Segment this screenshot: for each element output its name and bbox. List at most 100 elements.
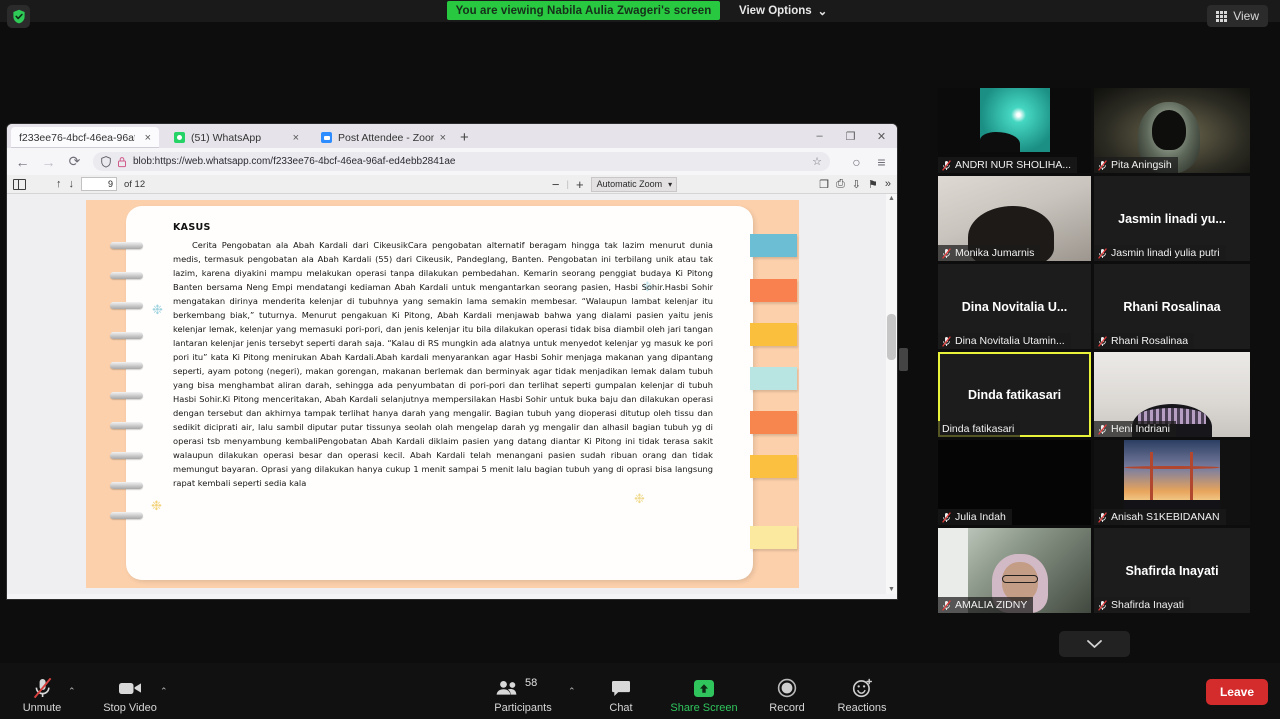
download-icon[interactable]: ⇩ <box>852 178 861 191</box>
page-down-icon[interactable]: ↓ <box>69 178 75 190</box>
record-label: Record <box>769 702 805 714</box>
reactions-button[interactable]: Reactions <box>820 677 904 714</box>
print-icon[interactable]: ⎙ <box>836 178 845 191</box>
gallery-scroll-down-button[interactable] <box>1059 631 1130 657</box>
account-icon[interactable]: ○ <box>849 154 864 170</box>
sharing-banner-text: You are viewing Nabila Aulia Zwageri's s… <box>455 4 712 17</box>
notebook-paper: ❉ ❉ ❉ ❉ KASUS Cerita Pengobatan ala Abah… <box>110 206 797 580</box>
participants-button[interactable]: 58 Participants <box>481 677 565 714</box>
participant-namebar: ANDRI NUR SHOLIHA... <box>938 157 1078 173</box>
close-window-button[interactable]: ✕ <box>866 124 897 148</box>
maximize-button[interactable]: ❐ <box>835 124 866 148</box>
participant-tile[interactable]: AMALIA ZIDNY <box>938 528 1091 613</box>
leave-button[interactable]: Leave <box>1205 679 1268 705</box>
view-layout-button[interactable]: View <box>1207 5 1268 27</box>
participant-namebar: Shafirda Inayati <box>1094 597 1190 613</box>
share-screen-icon <box>693 677 715 699</box>
close-icon[interactable]: × <box>440 132 446 144</box>
view-options-button[interactable]: View Options ⌄ <box>731 1 835 20</box>
participant-tile-active-speaker[interactable]: Dinda fatikasari Dinda fatikasari <box>938 352 1091 437</box>
new-tab-button[interactable]: + <box>460 129 469 146</box>
pdf-viewer[interactable]: ❉ ❉ ❉ ❉ KASUS Cerita Pengobatan ala Abah… <box>7 194 897 594</box>
stop-video-label: Stop Video <box>103 702 157 714</box>
shield-check-icon[interactable] <box>7 5 30 28</box>
tab-title: Post Attendee - Zoom <box>338 131 434 144</box>
address-bar[interactable]: blob:https://web.whatsapp.com/f233ee76-4… <box>93 152 830 171</box>
participant-tile[interactable]: Julia Indah <box>938 440 1091 525</box>
more-tools-icon[interactable]: » <box>885 178 891 190</box>
muted-mic-icon <box>1098 247 1107 259</box>
tab-title: f233ee76-4bcf-46ea-96af-ed4ebb28 <box>19 131 135 144</box>
zoom-level-select[interactable]: Automatic Zoom <box>590 176 678 192</box>
participant-tile[interactable]: Heni Indriani <box>1094 352 1250 437</box>
browser-tab-whatsapp[interactable]: (51) WhatsApp × <box>166 127 307 148</box>
participant-tile[interactable]: Jasmin linadi yu... Jasmin linadi yulia … <box>1094 176 1250 261</box>
reload-icon[interactable]: ⟳ <box>67 153 82 170</box>
zoom-in-button[interactable]: + <box>576 177 584 192</box>
minimize-button[interactable]: – <box>804 124 835 148</box>
muted-mic-icon <box>942 335 951 347</box>
scroll-down-arrow-icon[interactable]: ▼ <box>886 586 897 593</box>
participant-name: Jasmin linadi yulia putri <box>1111 247 1220 259</box>
participant-namebar: Dinda fatikasari <box>938 421 1021 437</box>
bookmark-star-icon[interactable]: ☆ <box>812 155 822 168</box>
participant-tile[interactable]: Anisah S1KEBIDANAN <box>1094 440 1250 525</box>
close-icon[interactable]: × <box>145 132 151 144</box>
browser-tab-zoom[interactable]: Post Attendee - Zoom × <box>313 127 454 148</box>
document-body-text: Cerita Pengobatan ala Abah Kardali dari … <box>173 240 713 488</box>
participant-tile[interactable]: Rhani Rosalinaa Rhani Rosalinaa <box>1094 264 1250 349</box>
presentation-mode-icon[interactable]: ❐ <box>819 178 829 191</box>
participant-tile[interactable]: Dina Novitalia U... Dina Novitalia Utami… <box>938 264 1091 349</box>
participant-name: ANDRI NUR SHOLIHA... <box>955 159 1072 171</box>
video-options-caret-icon[interactable]: ⌃ <box>160 686 168 697</box>
zoom-bottom-toolbar: Unmute ⌃ Stop Video ⌃ 58 Participants ⌃ … <box>0 663 1280 719</box>
page-number-input[interactable] <box>81 177 117 191</box>
participant-name: Shafirda Inayati <box>1111 599 1184 611</box>
close-icon[interactable]: × <box>293 132 299 144</box>
browser-menu-icon[interactable]: ≡ <box>874 154 889 170</box>
pdf-scroll-thumb[interactable] <box>887 314 896 360</box>
browser-tab-pdf[interactable]: f233ee76-4bcf-46ea-96af-ed4ebb28 × <box>11 127 159 148</box>
pdf-scrollbar[interactable]: ▲ ▼ <box>886 194 897 594</box>
window-controls: – ❐ ✕ <box>804 124 897 148</box>
share-screen-button[interactable]: Share Screen <box>662 677 746 714</box>
chat-label: Chat <box>609 702 633 714</box>
participants-caret-icon[interactable]: ⌃ <box>568 686 576 697</box>
audio-options-caret-icon[interactable]: ⌃ <box>68 686 76 697</box>
participant-display-name: Jasmin linadi yu... <box>1118 211 1226 226</box>
record-button[interactable]: Record <box>745 677 829 714</box>
participant-tile[interactable]: Shafirda Inayati Shafirda Inayati <box>1094 528 1250 613</box>
scroll-up-arrow-icon[interactable]: ▲ <box>886 195 897 202</box>
participant-name: Monika Jumarnis <box>955 247 1035 259</box>
participant-tile[interactable]: Pita Aningsih <box>1094 88 1250 173</box>
participant-tile[interactable]: ANDRI NUR SHOLIHA... <box>938 88 1091 173</box>
tab-title: (51) WhatsApp <box>191 131 262 144</box>
participant-name: Heni Indriani <box>1111 423 1170 435</box>
back-icon[interactable]: ← <box>15 154 30 170</box>
bookmark-icon[interactable]: ⚑ <box>868 178 878 191</box>
forward-icon[interactable]: → <box>41 154 56 170</box>
participant-name: AMALIA ZIDNY <box>955 599 1028 611</box>
participant-display-name: Rhani Rosalinaa <box>1123 299 1221 314</box>
participant-tile[interactable]: Monika Jumarnis <box>938 176 1091 261</box>
participant-name: Julia Indah <box>955 511 1006 523</box>
share-window-resize-handle[interactable] <box>899 348 908 371</box>
participant-display-name: Shafirda Inayati <box>1125 563 1219 578</box>
muted-mic-icon <box>1098 599 1107 611</box>
screen-sharing-banner: You are viewing Nabila Aulia Zwageri's s… <box>447 1 720 20</box>
reactions-label: Reactions <box>837 702 887 714</box>
participant-name: Dina Novitalia Utamin... <box>955 335 1065 347</box>
chat-button[interactable]: Chat <box>579 677 663 714</box>
unmute-label: Unmute <box>22 702 62 714</box>
zoom-out-button[interactable]: − <box>552 177 560 192</box>
muted-mic-icon <box>1098 335 1107 347</box>
view-options-label: View Options <box>739 4 812 17</box>
sidebar-toggle-icon[interactable] <box>13 178 26 190</box>
page-tab-marker <box>750 279 797 302</box>
shield-icon <box>101 155 111 168</box>
muted-mic-icon <box>1098 159 1107 171</box>
page-tab-marker <box>750 323 797 346</box>
whatsapp-icon <box>174 132 185 143</box>
page-up-icon[interactable]: ↑ <box>56 178 62 190</box>
participant-name: Rhani Rosalinaa <box>1111 335 1189 347</box>
